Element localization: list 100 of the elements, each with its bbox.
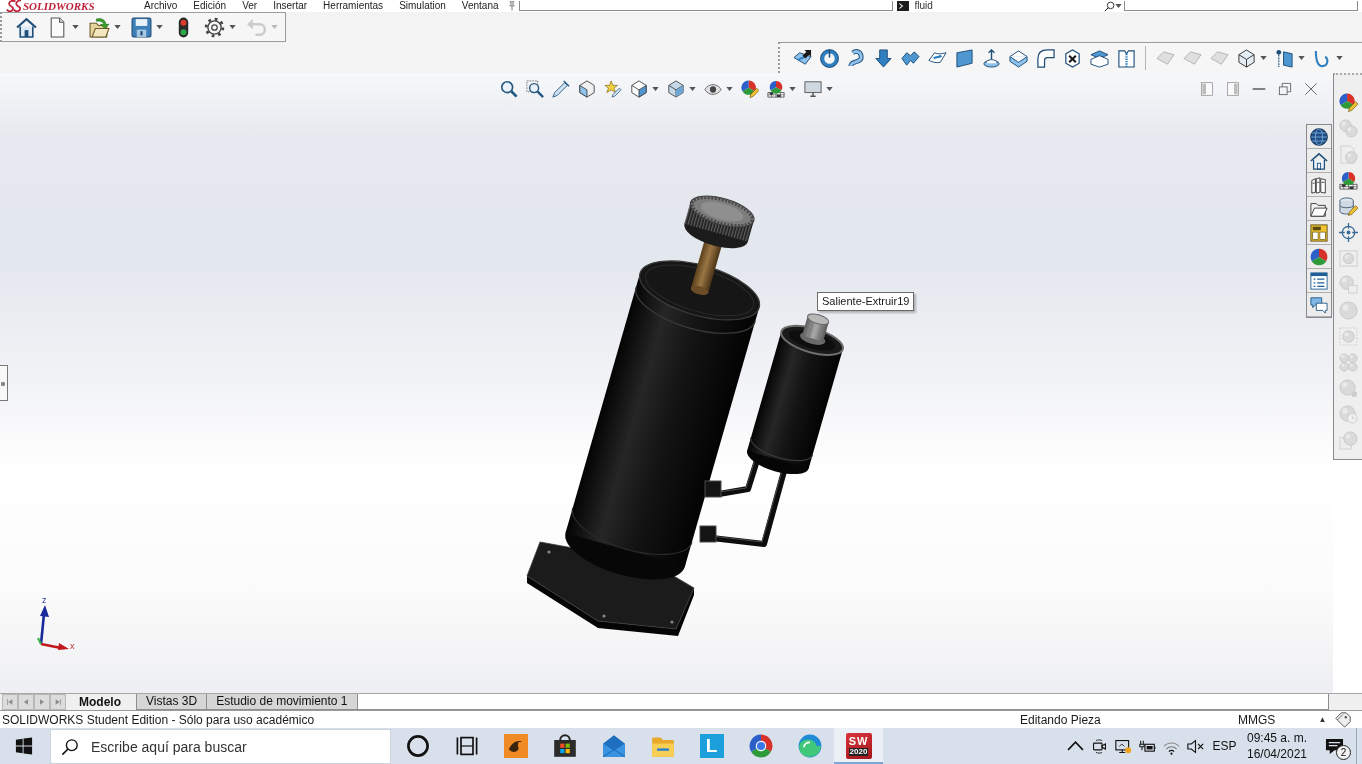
sheet-arrow-icon — [793, 48, 812, 68]
task-pane-tab[interactable] — [1307, 245, 1331, 269]
panel-handle[interactable] — [0, 365, 8, 401]
clock-button[interactable]: 09:45 a. m. 16/04/2021 — [1242, 728, 1312, 764]
task-pane-tab[interactable] — [1307, 125, 1331, 149]
status-mode: Editando Pieza — [1019, 712, 1102, 727]
taskbar-search-bar[interactable]: Escribe aquí para buscar — [50, 729, 391, 764]
prev-arrow-icon — [22, 698, 30, 706]
tag-icon — [1335, 711, 1351, 728]
color-ball-pencil-icon — [741, 80, 759, 98]
pencil-icon — [552, 80, 570, 98]
speaker-muted-icon — [1186, 737, 1204, 755]
display-dot-icon — [1114, 737, 1132, 755]
close-icon — [1304, 82, 1318, 96]
palette-panel-icon — [1310, 223, 1328, 242]
logo-mark-icon — [6, 0, 21, 12]
notification-button[interactable]: 2 — [1312, 728, 1356, 764]
logo-text: SOLIDWORKS — [23, 0, 95, 12]
menu-item[interactable]: Ventana — [453, 0, 507, 12]
crossed-cube-icon — [1063, 48, 1082, 68]
ball-window-icon — [1338, 274, 1358, 294]
dome-arrow-icon — [982, 48, 1001, 68]
view-cube-icon — [630, 80, 648, 98]
caret-icon[interactable] — [156, 25, 163, 29]
globe-icon — [1310, 127, 1328, 146]
s-curve-icon — [847, 48, 866, 68]
dashed-frame-ball-icon — [1338, 326, 1358, 346]
tile-right-icon — [1226, 82, 1240, 96]
caret-icon[interactable] — [1260, 56, 1267, 60]
list-icon — [1310, 271, 1328, 290]
menu-item[interactable]: Insertar — [265, 0, 316, 12]
search-icon[interactable] — [1103, 0, 1115, 12]
sheet-icon — [1210, 48, 1229, 68]
magnifier-frame-icon — [526, 80, 544, 98]
search-icon — [61, 737, 79, 756]
status-message: SOLIDWORKS Student Edition - Sólo para uso académico — [1, 712, 316, 727]
sheet-icon — [1183, 48, 1202, 68]
star-pencil-icon — [604, 80, 622, 98]
caret-icon[interactable] — [1336, 56, 1343, 60]
units-selector[interactable]: MMGS — [1233, 712, 1276, 727]
section-cube-icon — [578, 80, 596, 98]
menu-item[interactable]: Edición — [185, 0, 235, 12]
caret-icon[interactable] — [1114, 4, 1122, 8]
ring-icon — [405, 734, 430, 758]
caret-icon[interactable] — [689, 87, 696, 91]
caret-icon[interactable] — [114, 25, 121, 29]
pin-icon[interactable] — [506, 1, 517, 11]
tricolor-circle-icon — [748, 734, 773, 758]
first-arrow-icon — [6, 698, 14, 706]
caret-icon[interactable] — [826, 87, 833, 91]
menu-item[interactable]: Archivo — [136, 0, 186, 12]
minimize-icon — [1252, 88, 1266, 90]
notification-badge: 2 — [1336, 745, 1351, 760]
ball-document-icon — [1338, 430, 1358, 450]
wave-sheet-icon — [901, 48, 920, 68]
task-view-icon — [454, 734, 479, 758]
tooltip: Saliente-Extruir19 — [817, 292, 915, 311]
bag-icon — [552, 734, 577, 758]
caret-icon[interactable] — [726, 87, 733, 91]
plane-icon — [955, 48, 974, 68]
task-pane-tab[interactable] — [1307, 149, 1331, 173]
axis-label: z — [42, 596, 47, 605]
battery-plug-icon — [1138, 740, 1156, 752]
menu-item[interactable]: Herramientas — [315, 0, 392, 12]
taskbar-button[interactable]: SW 2020 — [834, 728, 883, 764]
home-icon — [1310, 151, 1328, 170]
caret-icon[interactable] — [72, 25, 79, 29]
caret-icon[interactable] — [229, 25, 236, 29]
floppy-icon — [131, 16, 152, 38]
down-arrow-icon — [874, 48, 893, 68]
windows-icon — [15, 737, 33, 755]
next-arrow-icon — [38, 698, 46, 706]
task-pane-tab[interactable] — [1307, 269, 1331, 293]
envelope-icon — [601, 734, 626, 758]
menu-item[interactable]: Simulation — [391, 0, 454, 12]
folder-arrow-icon — [89, 16, 110, 38]
taskbar-search-field[interactable]: Escribe aquí para buscar — [91, 730, 390, 763]
color-ball-scene-icon — [1338, 170, 1358, 190]
tab[interactable]: Vistas 3D — [136, 694, 207, 710]
caret-icon[interactable] — [1298, 56, 1305, 60]
tab[interactable]: Estudio de movimiento 1 — [206, 694, 357, 710]
undo-icon — [246, 16, 267, 38]
task-pane-tab[interactable] — [1307, 221, 1331, 245]
chat-icon — [1310, 295, 1328, 314]
caret-icon[interactable] — [789, 87, 796, 91]
axis-label: x — [70, 642, 75, 651]
zipper-sheet-icon — [1117, 48, 1136, 68]
display-cube-icon — [667, 80, 685, 98]
camera-icon — [1090, 737, 1108, 755]
books-icon — [1310, 175, 1328, 194]
language-button[interactable]: ESP — [1207, 728, 1242, 764]
tile-left-icon — [1200, 82, 1214, 96]
sheet-icon — [1156, 48, 1175, 68]
cylinder-pencil-icon — [1338, 196, 1358, 216]
menu-item[interactable]: Ver — [234, 0, 266, 12]
caret-icon[interactable] — [652, 87, 659, 91]
stacked-sheets-icon — [1090, 48, 1109, 68]
swirl-circle-icon — [797, 734, 822, 758]
monitor-icon — [804, 80, 822, 98]
toolbar-button[interactable] — [523, 78, 547, 100]
